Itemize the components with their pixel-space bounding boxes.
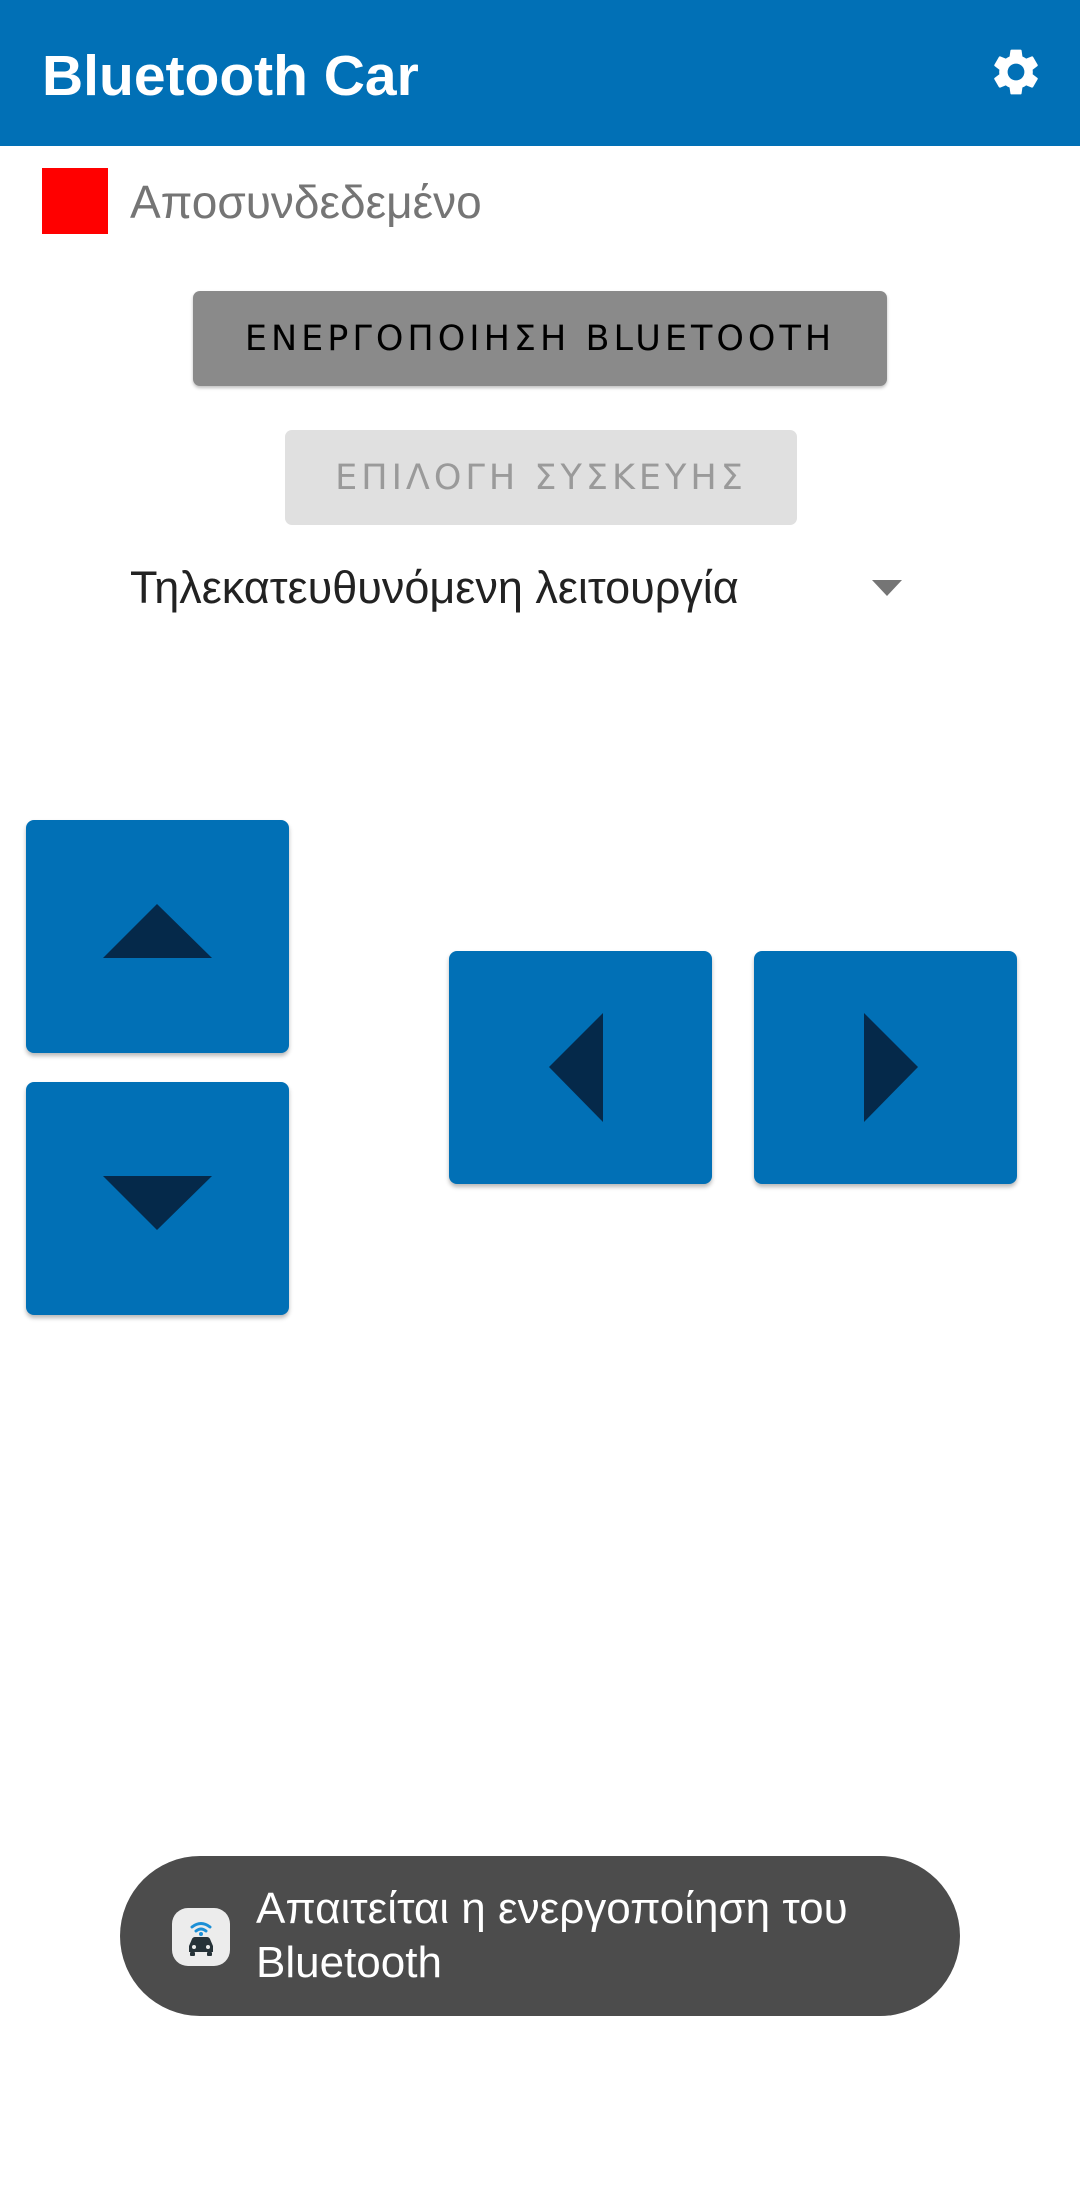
triangle-left-icon [549,1013,603,1122]
gear-icon [994,49,1038,95]
triangle-right-icon [864,1013,918,1122]
triangle-down-icon [103,1176,212,1230]
caret-down-icon [872,580,902,596]
right-button[interactable] [754,951,1017,1184]
backward-button[interactable] [26,1082,289,1315]
toast-message: Απαιτείται η ενεργοποίηση του Bluetooth [120,1856,960,2016]
enable-bluetooth-button[interactable]: ΕΝΕΡΓΟΠΟΙΗΣΗ BLUETOOTH [193,291,887,386]
left-button[interactable] [449,951,712,1184]
settings-button[interactable] [986,42,1046,102]
bluetooth-car-app-icon [172,1908,230,1966]
connection-status-indicator [42,168,108,234]
mode-select-value: Τηλεκατευθυνόμενη λειτουργία [130,562,739,613]
select-device-button[interactable]: ΕΠΙΛΟΓΗ ΣΥΣΚΕΥΗΣ [285,430,797,525]
toast-text: Απαιτείται η ενεργοποίηση του Bluetooth [256,1884,848,1987]
forward-button[interactable] [26,820,289,1053]
mode-select[interactable]: Τηλεκατευθυνόμενη λειτουργία [130,556,910,620]
app-bar: Bluetooth Car [0,0,1080,146]
app-title: Bluetooth Car [42,44,419,108]
connection-status-label: Αποσυνδεδεμένο [130,176,482,228]
triangle-up-icon [103,904,212,958]
